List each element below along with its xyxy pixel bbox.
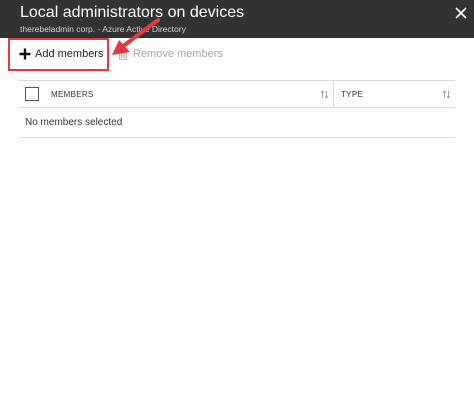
close-icon: [455, 7, 467, 19]
plus-icon: [19, 48, 31, 60]
sort-arrows-icon: [320, 90, 329, 99]
add-members-button[interactable]: Add members: [19, 46, 103, 62]
remove-members-label: Remove members: [133, 48, 223, 60]
remove-members-button[interactable]: Remove members: [117, 46, 223, 62]
column-header-type-label: TYPE: [341, 90, 364, 99]
blade-header: Local administrators on devices therebel…: [0, 0, 474, 38]
column-header-type[interactable]: TYPE: [333, 81, 455, 108]
add-members-label: Add members: [35, 48, 104, 60]
members-grid: MEMBERS TYPE No members selected: [19, 80, 455, 138]
empty-state-message: No members selected: [19, 108, 455, 138]
blade-subtitle: therebeladmin corp. - Azure Active Direc…: [20, 24, 186, 34]
command-bar: Add members Remove members: [0, 38, 474, 70]
select-all-checkbox[interactable]: [25, 87, 39, 101]
sort-arrows-icon: [442, 90, 451, 99]
blade-title: Local administrators on devices: [20, 4, 245, 21]
close-button[interactable]: [454, 6, 468, 20]
grid-header: MEMBERS TYPE: [19, 80, 455, 108]
trash-icon: [119, 48, 127, 60]
column-header-members[interactable]: MEMBERS: [51, 81, 333, 108]
column-header-members-label: MEMBERS: [51, 90, 94, 99]
